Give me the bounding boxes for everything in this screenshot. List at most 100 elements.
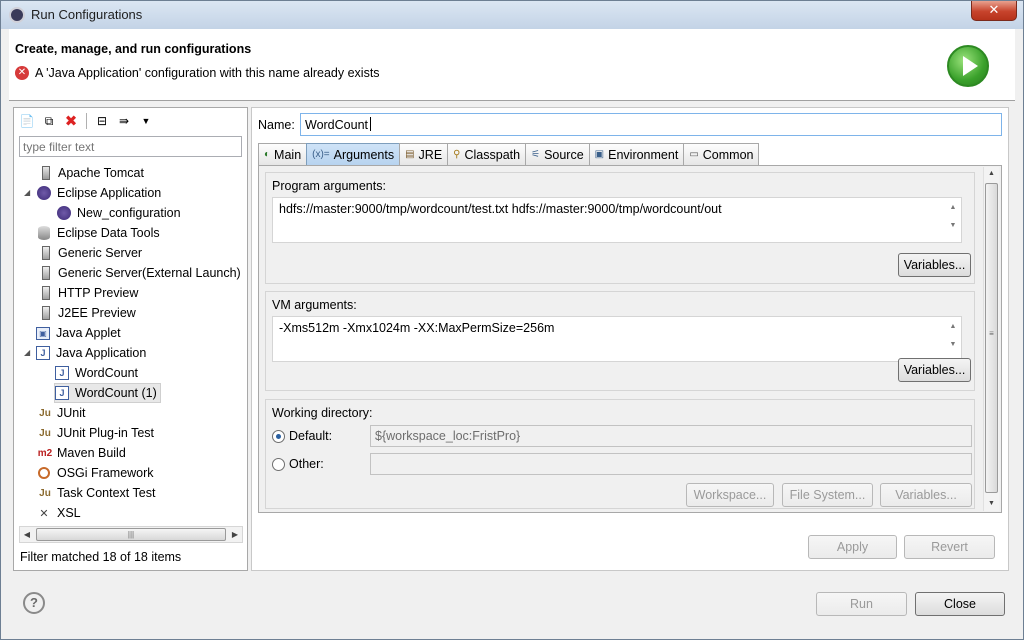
tree-item-java-application[interactable]: J Java Application [36, 343, 146, 363]
textarea-scroll-arrows-icon[interactable]: ▲ ▼ [946, 199, 960, 241]
tree-item-eclipse-application[interactable]: Eclipse Application [36, 183, 161, 203]
tab-environment[interactable]: ▣ Environment [588, 143, 685, 165]
delete-icon[interactable]: ✖ [62, 112, 80, 130]
tab-label: Main [274, 147, 302, 162]
tree-item-apache-tomcat[interactable]: Apache Tomcat [38, 163, 144, 183]
tab-label: Common [702, 147, 754, 162]
vm-arguments-group: VM arguments: -Xms512m -Xmx1024m -XX:Max… [265, 291, 975, 391]
configurations-toolbar: 📄 ⧉ ✖ ⊟ ⇛ ▼ [18, 111, 155, 131]
scroll-right-icon[interactable]: ▶ [228, 527, 242, 542]
junit-icon: Ju [39, 407, 51, 419]
default-radio-row[interactable]: Default: [272, 429, 332, 443]
server-icon [42, 266, 50, 280]
help-icon[interactable]: ? [23, 592, 45, 614]
error-icon: ✕ [15, 66, 29, 80]
tree-item-maven-build[interactable]: m2 Maven Build [36, 443, 126, 463]
other-radio-row[interactable]: Other: [272, 457, 324, 471]
expanded-twistie-icon[interactable]: ◢ [24, 183, 30, 203]
tab-main[interactable]: ◐ Main [258, 143, 308, 165]
tab-jre[interactable]: ▤ JRE [399, 143, 449, 165]
tab-label: Classpath [464, 147, 521, 162]
run-button[interactable]: Run [816, 592, 907, 616]
workspace-button[interactable]: Workspace... [686, 483, 774, 507]
tree-item-xsl[interactable]: ✕ XSL [36, 503, 80, 523]
other-directory-field [370, 453, 972, 475]
tree-item-http-preview[interactable]: HTTP Preview [38, 283, 138, 303]
filter-input[interactable] [19, 136, 242, 157]
window-close-button[interactable]: ✕ [971, 1, 1017, 21]
tab-label: Environment [608, 147, 679, 162]
scroll-left-icon[interactable]: ◀ [20, 527, 34, 542]
program-variables-button[interactable]: Variables... [898, 253, 971, 277]
junit-plugin-icon: Ju [39, 427, 51, 439]
apply-button[interactable]: Apply [808, 535, 897, 559]
applet-icon: ▣ [36, 326, 50, 340]
source-tab-icon: ⚟ [531, 149, 541, 160]
tree-item-junit-plugin-test[interactable]: Ju JUnit Plug-in Test [36, 423, 154, 443]
scrollbar-thumb[interactable]: ||| [36, 528, 226, 541]
run-configurations-dialog: Run Configurations ✕ Create, manage, and… [0, 0, 1024, 640]
name-field[interactable]: WordCount [300, 113, 1002, 136]
tab-arguments[interactable]: (x)= Arguments [306, 143, 401, 165]
eclipse-window-icon [9, 7, 25, 23]
program-arguments-field[interactable]: hdfs://master:9000/tmp/wordcount/test.tx… [272, 197, 962, 243]
program-arguments-group: Program arguments: hdfs://master:9000/tm… [265, 172, 975, 284]
default-directory-field: ${workspace_loc:FristPro} [370, 425, 972, 447]
tree-item-label: Generic Server [58, 246, 143, 260]
revert-button[interactable]: Revert [904, 535, 995, 559]
header-title: Create, manage, and run configurations [15, 42, 252, 56]
tree-item-wordcount-1[interactable]: J WordCount (1) [54, 383, 161, 403]
tree-item-j2ee-preview[interactable]: J2EE Preview [38, 303, 136, 323]
collapse-all-icon[interactable]: ⊟ [93, 112, 111, 130]
tab-common[interactable]: ▭ Common [683, 143, 760, 165]
run-icon [947, 45, 989, 87]
tree-item-new-configuration[interactable]: New_configuration [56, 203, 181, 223]
vm-arguments-value: -Xms512m -Xmx1024m -XX:MaxPermSize=256m [279, 321, 555, 335]
expanded-twistie-icon[interactable]: ◢ [24, 343, 30, 363]
new-config-icon[interactable]: 📄 [18, 112, 36, 130]
tree-item-task-context-test[interactable]: Ju Task Context Test [36, 483, 155, 503]
scroll-up-icon[interactable]: ▲ [984, 167, 999, 181]
default-radio[interactable] [272, 429, 285, 443]
tree-item-generic-server[interactable]: Generic Server [38, 243, 142, 263]
other-label: Other: [289, 457, 324, 471]
tree-item-label: New_configuration [77, 206, 181, 220]
vm-variables-button[interactable]: Variables... [898, 358, 971, 382]
tree-item-label: OSGi Framework [57, 466, 154, 480]
toolbar-separator [86, 113, 87, 129]
working-directory-label: Working directory: [272, 406, 373, 420]
common-tab-icon: ▭ [689, 149, 699, 160]
tree-item-eclipse-data-tools[interactable]: Eclipse Data Tools [36, 223, 160, 243]
tree-item-generic-server-external[interactable]: Generic Server(External Launch) [38, 263, 241, 283]
vm-arguments-field[interactable]: -Xms512m -Xmx1024m -XX:MaxPermSize=256m … [272, 316, 962, 362]
filter-icon[interactable]: ⇛ [115, 112, 133, 130]
main-tab-icon: ◐ [264, 149, 271, 160]
tree-item-wordcount[interactable]: J WordCount [55, 363, 138, 383]
error-message: A 'Java Application' configuration with … [35, 66, 380, 80]
server-icon [42, 306, 50, 320]
close-button[interactable]: Close [915, 592, 1005, 616]
tree-horizontal-scrollbar[interactable]: ◀ ||| ▶ [19, 526, 243, 543]
textarea-scroll-arrows-icon[interactable]: ▲ ▼ [946, 318, 960, 360]
tree-item-label: Apache Tomcat [58, 166, 144, 180]
tree-item-osgi-framework[interactable]: OSGi Framework [36, 463, 154, 483]
panel-vertical-scrollbar[interactable]: ▲ ≡ ▼ [983, 167, 999, 511]
duplicate-icon[interactable]: ⧉ [40, 112, 58, 130]
tree-item-junit[interactable]: Ju JUnit [36, 403, 85, 423]
tree-item-java-applet[interactable]: ▣ Java Applet [36, 323, 121, 343]
dropdown-icon[interactable]: ▼ [137, 112, 155, 130]
default-label: Default: [289, 429, 333, 443]
other-radio[interactable] [272, 457, 285, 471]
tab-classpath[interactable]: ⚲ Classpath [447, 143, 527, 165]
classpath-tab-icon: ⚲ [453, 149, 461, 160]
tree-item-label: Task Context Test [57, 486, 156, 500]
configurations-panel: 📄 ⧉ ✖ ⊟ ⇛ ▼ Apache Tomcat ◢ Eclipse Appl… [13, 107, 248, 571]
configurations-tree: Apache Tomcat ◢ Eclipse Application New_… [14, 163, 247, 525]
java-app-icon: J [36, 346, 50, 360]
tab-source[interactable]: ⚟ Source [525, 143, 590, 165]
scrollbar-thumb[interactable]: ≡ [985, 183, 998, 493]
scroll-down-icon[interactable]: ▼ [984, 497, 999, 511]
program-arguments-label: Program arguments: [272, 179, 386, 193]
file-system-button[interactable]: File System... [782, 483, 873, 507]
working-dir-variables-button[interactable]: Variables... [880, 483, 972, 507]
